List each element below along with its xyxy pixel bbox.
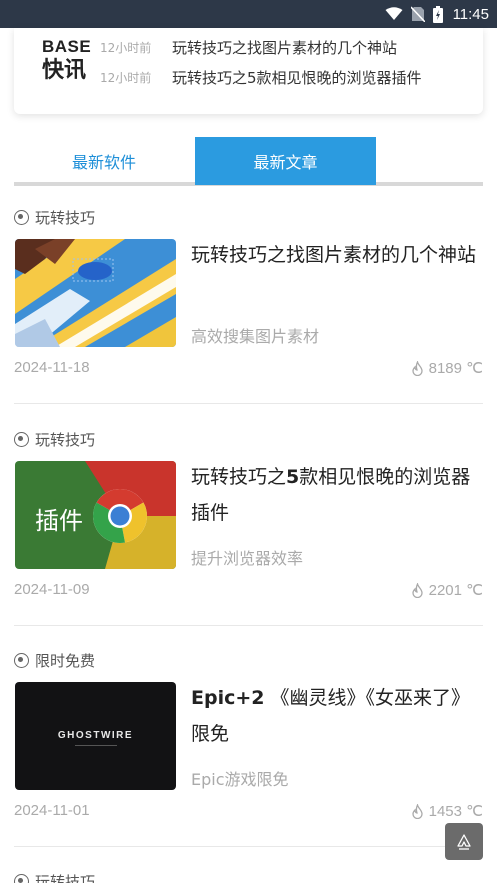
category-dot-icon — [14, 209, 29, 225]
tab-latest-articles[interactable]: 最新文章 — [195, 137, 376, 185]
news-flash-item[interactable]: 12小时前 玩转技巧之5款相见恨晚的浏览器插件 — [100, 66, 422, 88]
flame-icon — [411, 360, 423, 376]
thumbnail-underline — [75, 745, 117, 746]
news-flash-card: BASE 快讯 12小时前 玩转技巧之找图片素材的几个神站 12小时前 玩转技巧… — [14, 28, 483, 114]
article-thumbnail[interactable]: GHOSTWIRE — [15, 682, 176, 790]
wifi-icon — [385, 7, 403, 20]
news-time: 12小时前 — [100, 70, 152, 85]
back-to-top-button[interactable] — [445, 823, 483, 860]
status-bar: 11:45 — [0, 0, 497, 28]
no-sim-icon — [410, 6, 425, 22]
thumbnail-label: 插件 — [35, 507, 83, 535]
news-text: 玩转技巧之5款相见恨晚的浏览器插件 — [172, 68, 422, 87]
article-thumbnail[interactable]: 插件 — [15, 461, 176, 569]
tab-latest-software[interactable]: 最新软件 — [14, 137, 194, 185]
divider — [14, 846, 483, 847]
news-time: 12小时前 — [100, 40, 152, 55]
article-heat: 1453 ℃ — [411, 802, 483, 820]
category-dot-icon — [14, 873, 29, 883]
article-subtitle: Epic游戏限免 — [191, 770, 289, 789]
battery-icon — [432, 5, 443, 23]
article-date: 2024-11-18 — [14, 359, 90, 376]
article-heat: 8189 ℃ — [411, 359, 483, 377]
news-flash-item[interactable]: 12小时前 玩转技巧之找图片素材的几个神站 — [100, 36, 397, 58]
flame-icon — [411, 582, 423, 598]
divider — [14, 625, 483, 626]
article-category: 限时免费 — [14, 650, 95, 670]
article-category: 玩转技巧 — [14, 871, 95, 883]
thumbnail-label: GHOSTWIRE — [57, 730, 134, 741]
article-subtitle: 高效搜集图片素材 — [191, 327, 320, 346]
news-text: 玩转技巧之找图片素材的几个神站 — [172, 38, 398, 57]
article-item[interactable]: 玩转技巧 玩转技巧之找图片素材的几个神站 高效搜集图片素材 2024-11-18… — [14, 207, 483, 407]
divider — [14, 403, 483, 404]
clock: 11:45 — [452, 5, 489, 23]
article-item[interactable]: 玩转技巧 — [14, 871, 483, 883]
article-title[interactable]: Epic+2 《幽灵线》《女巫来了》限免 — [191, 680, 483, 752]
article-date: 2024-11-01 — [14, 802, 90, 819]
category-dot-icon — [14, 431, 29, 447]
flame-icon — [411, 803, 423, 819]
article-item[interactable]: 限时免费 GHOSTWIRE Epic+2 《幽灵线》《女巫来了》限免 Epic… — [14, 650, 483, 850]
article-heat: 2201 ℃ — [411, 581, 483, 599]
article-title[interactable]: 玩转技巧之5款相见恨晚的浏览器插件 — [191, 459, 483, 531]
article-item[interactable]: 玩转技巧 插件 玩转技巧之5款相见恨晚的浏览器插件 提升浏览器效率 2024-1… — [14, 429, 483, 629]
news-flash-logo: BASE 快讯 — [42, 37, 92, 84]
article-title[interactable]: 玩转技巧之找图片素材的几个神站 — [191, 237, 483, 273]
article-subtitle: 提升浏览器效率 — [191, 549, 304, 568]
arrow-up-icon — [457, 833, 471, 850]
tab-bar: 最新软件 最新文章 — [14, 137, 483, 186]
article-thumbnail[interactable] — [15, 239, 176, 347]
article-category: 玩转技巧 — [14, 429, 95, 449]
article-category: 玩转技巧 — [14, 207, 95, 227]
article-date: 2024-11-09 — [14, 581, 90, 598]
category-dot-icon — [14, 652, 29, 668]
